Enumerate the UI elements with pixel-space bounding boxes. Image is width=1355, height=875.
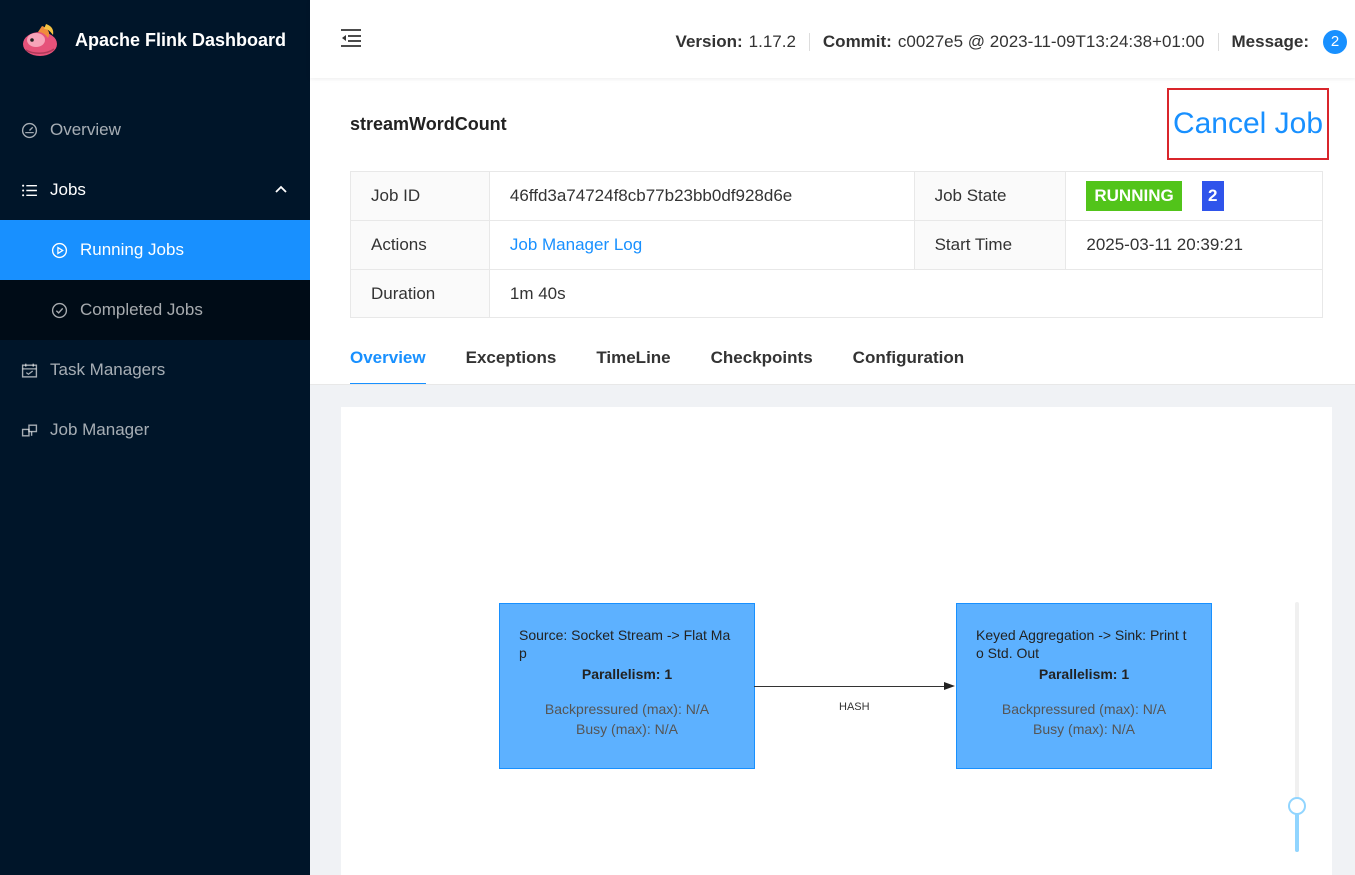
message-count-badge[interactable]: 2 — [1323, 30, 1347, 54]
node-busy: Busy (max): N/A — [576, 721, 678, 737]
tab-configuration[interactable]: Configuration — [853, 340, 964, 385]
sidebar: Apache Flink Dashboard Overview Jobs Run… — [0, 0, 310, 875]
tab-overview[interactable]: Overview — [350, 340, 426, 385]
chevron-up-icon[interactable] — [274, 182, 288, 196]
top-header: Version: 1.17.2 Commit: c0027e5 @ 2023-1… — [310, 0, 1355, 78]
job-manager-log-link[interactable]: Job Manager Log — [510, 235, 642, 254]
sub-item-label: Completed Jobs — [80, 300, 203, 319]
node-parallelism: Parallelism: 1 — [1038, 666, 1130, 682]
start-time-value: 2025-03-11 20:39:21 — [1065, 220, 1323, 270]
node-metrics: Backpressured (max): N/A Busy (max): N/A — [500, 699, 754, 739]
commit-label: Commit: — [822, 32, 892, 51]
menu-fold-icon[interactable] — [340, 28, 362, 48]
version-value: 1.17.2 — [748, 32, 796, 51]
commit-value: c0027e5 @ 2023-11-09T13:24:38+01:00 — [897, 32, 1205, 51]
graph-node-source[interactable]: Source: Socket Stream -> Flat Map Parall… — [499, 603, 755, 769]
nav-item-label: Job Manager — [50, 420, 150, 439]
divider — [1217, 33, 1219, 51]
message-label: Message: — [1231, 32, 1309, 51]
graph-edge — [754, 686, 948, 687]
duration-label: Duration — [350, 269, 490, 318]
table-row: Duration 1m 40s — [350, 269, 1324, 318]
tab-timeline[interactable]: TimeLine — [596, 340, 670, 385]
status-badge: RUNNING — [1086, 181, 1182, 211]
job-name: streamWordCount — [350, 114, 507, 134]
node-metrics: Backpressured (max): N/A Busy (max): N/A — [957, 699, 1211, 739]
task-count-badge: 2 — [1201, 181, 1224, 211]
nav-item-jobs[interactable]: Jobs — [0, 160, 310, 220]
job-id-value: 46ffd3a74724f8cb77b23bb0df928d6e — [488, 171, 915, 221]
play-circle-icon — [50, 241, 68, 259]
sidebar-item-completed-jobs[interactable]: Completed Jobs — [0, 280, 310, 340]
brand-title: Apache Flink Dashboard — [75, 29, 287, 50]
nav-item-overview[interactable]: Overview — [0, 100, 310, 160]
job-state-label: Job State — [913, 171, 1067, 221]
divider — [808, 33, 810, 51]
job-state-cell: RUNNING 2 — [1065, 171, 1323, 221]
node-name: Source: Socket Stream -> Flat Map — [519, 627, 731, 661]
unordered-list-icon — [20, 181, 38, 199]
build-icon — [20, 421, 38, 439]
jobs-submenu: Running Jobs Completed Jobs — [0, 220, 310, 340]
version-label: Version: — [675, 32, 743, 51]
job-id-label: Job ID — [350, 171, 490, 221]
nav-item-label: Jobs — [50, 180, 86, 199]
nav-item-label: Overview — [50, 120, 121, 139]
node-backpressure: Backpressured (max): N/A — [1001, 701, 1167, 717]
check-circle-icon — [50, 301, 68, 319]
job-tabs: Overview Exceptions TimeLine Checkpoints… — [350, 340, 1004, 385]
sidebar-item-running-jobs[interactable]: Running Jobs — [0, 220, 310, 280]
tab-exceptions[interactable]: Exceptions — [466, 340, 557, 385]
cancel-job-button[interactable]: Cancel Job — [1167, 88, 1329, 160]
graph-node-sink[interactable]: Keyed Aggregation -> Sink: Print to Std.… — [956, 603, 1212, 769]
actions-label: Actions — [350, 220, 490, 270]
arrow-head-icon — [944, 682, 955, 690]
job-info-table: Job ID 46ffd3a74724f8cb77b23bb0df928d6e … — [350, 171, 1324, 318]
nav-item-job-manager[interactable]: Job Manager — [0, 400, 310, 460]
node-busy: Busy (max): N/A — [1033, 721, 1135, 737]
duration-value: 1m 40s — [488, 269, 1324, 318]
main-nav: Overview Jobs Running Jobs Completed Job… — [0, 100, 310, 460]
table-row: Job ID 46ffd3a74724f8cb77b23bb0df928d6e … — [350, 171, 1323, 221]
actions-cell: Job Manager Log — [488, 220, 915, 270]
nav-item-label: Task Managers — [50, 360, 166, 379]
nav-item-task-managers[interactable]: Task Managers — [0, 340, 310, 400]
sub-item-label: Running Jobs — [80, 240, 184, 259]
tab-checkpoints[interactable]: Checkpoints — [711, 340, 813, 385]
start-time-label: Start Time — [913, 220, 1067, 270]
node-name: Keyed Aggregation -> Sink: Print to Std.… — [976, 627, 1187, 661]
dashboard-icon — [20, 121, 38, 139]
zoom-slider-handle[interactable] — [1288, 797, 1306, 815]
edge-label: HASH — [839, 701, 870, 713]
node-parallelism: Parallelism: 1 — [581, 666, 673, 682]
table-row: Actions Job Manager Log Start Time 2025-… — [350, 220, 1323, 270]
node-backpressure: Backpressured (max): N/A — [544, 701, 710, 717]
header-info: Version: 1.17.2 Commit: c0027e5 @ 2023-1… — [676, 30, 1347, 54]
brand[interactable]: Apache Flink Dashboard — [0, 0, 310, 80]
flink-logo-icon — [23, 24, 57, 56]
schedule-icon — [20, 361, 38, 379]
